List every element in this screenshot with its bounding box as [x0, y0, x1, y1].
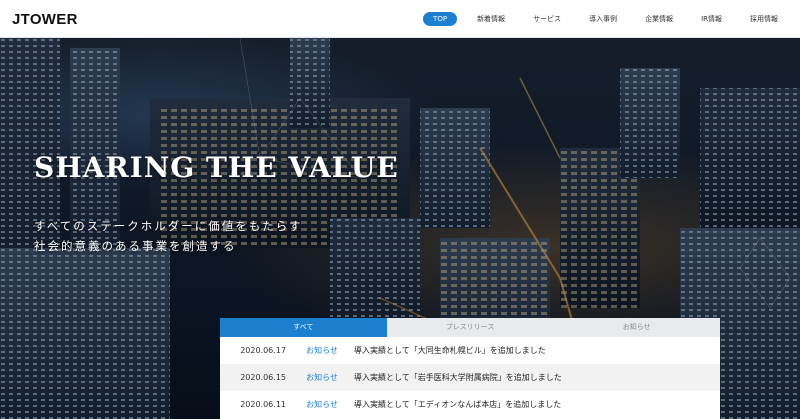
news-title[interactable]: 導入実績として「大同生命札幌ビル」を追加しました [354, 345, 546, 356]
news-category: お知らせ [306, 346, 338, 355]
nav-item-company[interactable]: 企業情報 [631, 12, 687, 26]
tab-press-release[interactable]: プレスリリース [386, 318, 554, 337]
nav-item-case-studies[interactable]: 導入事例 [575, 12, 631, 26]
nav-item-recruit[interactable]: 採用情報 [736, 12, 792, 26]
news-category: お知らせ [306, 373, 338, 382]
news-category: お知らせ [306, 400, 338, 409]
tab-notice[interactable]: お知らせ [553, 318, 721, 337]
news-title[interactable]: 導入実績として「エディオンなんば本店」を追加しました [354, 399, 561, 410]
tab-all[interactable]: すべて [220, 318, 387, 337]
hero-subtitle-line-2: 社会的意義のある事業を創造する [34, 239, 237, 253]
nav-item-top[interactable]: TOP [423, 12, 458, 26]
news-date: 2020.06.17 [240, 346, 286, 355]
news-date: 2020.06.15 [240, 373, 286, 382]
news-title[interactable]: 導入実績として「岩手医科大学附属病院」を追加しました [354, 372, 562, 383]
news-panel: すべて プレスリリース お知らせ 2020.06.17 お知らせ 導入実績として… [220, 318, 721, 419]
news-item[interactable]: 2020.06.15 お知らせ 導入実績として「岩手医科大学附属病院」を追加しま… [220, 364, 720, 391]
site-header: JTOWER TOP 新着情報 サービス 導入事例 企業情報 IR情報 採用情報 [0, 0, 800, 38]
news-item[interactable]: 2020.06.17 お知らせ 導入実績として「大同生命札幌ビル」を追加しました [220, 337, 720, 364]
hero-subtitle: すべてのステークホルダーに価値をもたらす 社会的意義のある事業を創造する [34, 216, 303, 256]
news-item[interactable]: 2020.06.11 お知らせ 導入実績として「エディオンなんば本店」を追加しま… [220, 391, 720, 418]
hero-subtitle-line-1: すべてのステークホルダーに価値をもたらす [34, 219, 303, 233]
hero-title: SHARING THE VALUE [34, 151, 399, 184]
news-tabs: すべて プレスリリース お知らせ [220, 318, 721, 337]
main-nav: TOP 新着情報 サービス 導入事例 企業情報 IR情報 採用情報 [423, 12, 792, 26]
nav-item-services[interactable]: サービス [519, 12, 575, 26]
nav-item-news[interactable]: 新着情報 [463, 12, 519, 26]
nav-item-ir[interactable]: IR情報 [687, 12, 736, 26]
site-logo[interactable]: JTOWER [12, 11, 78, 28]
news-date: 2020.06.11 [240, 400, 286, 409]
